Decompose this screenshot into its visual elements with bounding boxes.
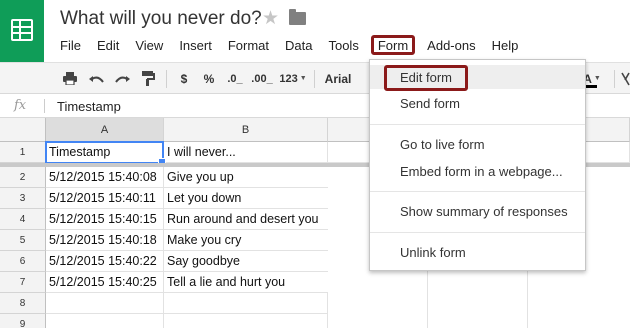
currency-format-button[interactable]: $ — [177, 70, 191, 87]
table-cell[interactable] — [46, 314, 164, 328]
redo-icon[interactable] — [114, 70, 130, 87]
table-cell[interactable] — [164, 293, 328, 314]
table-cell[interactable]: 5/12/2015 15:40:18 — [46, 230, 164, 251]
row-header[interactable]: 3 — [0, 188, 46, 209]
column-header-b[interactable]: B — [164, 118, 328, 142]
menu-help[interactable]: Help — [484, 35, 527, 55]
menu-divider — [370, 124, 585, 125]
chevron-down-icon: ▼ — [299, 75, 307, 82]
print-icon[interactable] — [62, 70, 78, 87]
toolbar-divider — [314, 70, 315, 88]
table-cell[interactable]: I will never... — [164, 142, 328, 163]
row-header[interactable]: 7 — [0, 272, 46, 293]
menu-item-go-to-live-form[interactable]: Go to live form — [370, 133, 585, 157]
row-header[interactable]: 4 — [0, 209, 46, 230]
toolbar-divider — [166, 70, 167, 88]
row-header[interactable]: 6 — [0, 251, 46, 272]
table-cell[interactable]: Let you down — [164, 188, 328, 209]
row-header[interactable]: 8 — [0, 293, 46, 314]
folder-icon[interactable] — [289, 9, 306, 25]
more-formats-button[interactable]: 123 ▼ — [278, 70, 308, 87]
text-color-swatch — [585, 85, 597, 88]
paint-format-icon[interactable] — [140, 70, 156, 87]
font-family-select[interactable]: Arial — [324, 70, 352, 87]
row-header[interactable]: 5 — [0, 230, 46, 251]
table-cell[interactable]: Give you up — [164, 167, 328, 188]
select-all-corner[interactable] — [0, 118, 46, 142]
fx-icon: fx — [14, 98, 27, 113]
menu-tools[interactable]: Tools — [320, 35, 366, 55]
sheets-grid-icon — [11, 19, 33, 41]
toolbar-divider — [614, 70, 615, 88]
increase-decimals-button[interactable]: .00_ — [251, 70, 273, 87]
menu-form[interactable]: Form — [370, 35, 416, 55]
sheets-logo-icon[interactable] — [0, 0, 44, 62]
table-cell[interactable]: 5/12/2015 15:40:22 — [46, 251, 164, 272]
decrease-decimals-button[interactable]: .0_ — [226, 70, 244, 87]
table-cell[interactable]: 5/12/2015 15:40:11 — [46, 188, 164, 209]
undo-icon[interactable] — [88, 70, 104, 87]
menu-insert[interactable]: Insert — [171, 35, 220, 55]
document-title[interactable]: What will you never do? — [60, 8, 262, 30]
menu-format[interactable]: Format — [220, 35, 277, 55]
menu-item-embed-form[interactable]: Embed form in a webpage... — [370, 160, 585, 184]
row-header[interactable]: 2 — [0, 167, 46, 188]
table-cell[interactable]: 5/12/2015 15:40:15 — [46, 209, 164, 230]
table-cell[interactable] — [164, 314, 328, 328]
formula-bar-divider — [44, 99, 45, 113]
menu-addons[interactable]: Add-ons — [419, 35, 483, 55]
menu-item-unlink-form[interactable]: Unlink form — [370, 241, 585, 265]
more-toolbar-icon[interactable] — [620, 70, 630, 87]
percent-format-button[interactable]: % — [201, 70, 217, 87]
row-header[interactable]: 9 — [0, 314, 46, 328]
table-cell[interactable]: 5/12/2015 15:40:08 — [46, 167, 164, 188]
menu-data[interactable]: Data — [277, 35, 320, 55]
menu-file[interactable]: File — [52, 35, 89, 55]
table-cell[interactable]: Make you cry — [164, 230, 328, 251]
menu-edit[interactable]: Edit — [89, 35, 127, 55]
star-icon[interactable]: ★ — [262, 8, 279, 30]
table-cell[interactable]: Say goodbye — [164, 251, 328, 272]
column-header-a[interactable]: A — [46, 118, 164, 142]
menu-item-send-form[interactable]: Send form — [370, 92, 585, 116]
menu-view[interactable]: View — [127, 35, 171, 55]
menu-bar: File Edit View Insert Format Data Tools … — [52, 35, 526, 55]
menu-item-label: Edit form — [384, 65, 469, 91]
menu-item-show-summary[interactable]: Show summary of responses — [370, 200, 585, 224]
formula-input[interactable]: Timestamp — [57, 99, 121, 114]
table-cell[interactable] — [46, 293, 164, 314]
menu-divider — [370, 191, 585, 192]
menu-item-edit-form[interactable]: Edit form — [370, 65, 585, 91]
menu-divider — [370, 232, 585, 233]
active-cell-selection — [45, 141, 166, 166]
more-formats-label: 123 — [279, 72, 298, 85]
form-menu-dropdown: Edit form Send form Go to live form Embe… — [369, 59, 586, 271]
chevron-down-icon: ▼ — [593, 75, 601, 82]
table-cell[interactable]: 5/12/2015 15:40:25 — [46, 272, 164, 293]
row-header[interactable]: 1 — [0, 142, 46, 163]
table-cell[interactable]: Run around and desert you — [164, 209, 328, 230]
table-cell[interactable]: Tell a lie and hurt you — [164, 272, 328, 293]
